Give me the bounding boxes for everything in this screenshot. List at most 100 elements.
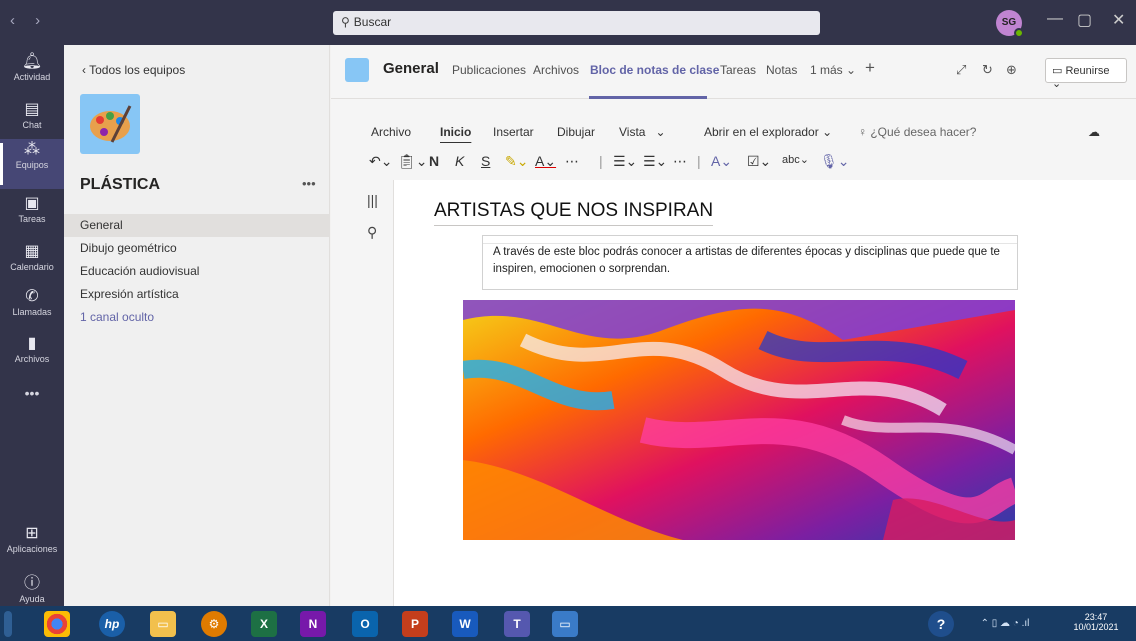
hidden-channels-link[interactable]: 1 canal oculto bbox=[64, 306, 330, 329]
teams-taskbar-icon[interactable]: T bbox=[504, 611, 530, 637]
bullets-icon[interactable]: ☰⌄ bbox=[613, 153, 637, 170]
outlook-icon[interactable]: O bbox=[352, 611, 378, 637]
tag-icon[interactable]: ☑⌄ bbox=[747, 153, 771, 170]
bell-icon: 🔔︎ bbox=[21, 53, 43, 70]
rail-item-calendario[interactable]: ▦ Calendario bbox=[0, 241, 64, 291]
cloud-sync-icon[interactable]: ☁ bbox=[1088, 125, 1100, 139]
italic-button[interactable]: K bbox=[455, 153, 464, 169]
phone-icon: ✆ bbox=[25, 288, 39, 305]
hp-icon[interactable]: hp bbox=[99, 611, 125, 637]
rail-item-tareas[interactable]: ▣ Tareas bbox=[0, 193, 64, 243]
font-color-icon[interactable]: A⌄ bbox=[535, 153, 556, 170]
spelling-icon[interactable]: abc⌄ bbox=[782, 153, 809, 166]
clipboard-icon[interactable]: 📋︎⌄ bbox=[398, 153, 428, 170]
all-teams-link[interactable]: ‹ Todos los equipos bbox=[82, 63, 185, 77]
rail-item-actividad[interactable]: 🔔︎ Actividad bbox=[0, 51, 64, 101]
search-input[interactable]: ⚲ Buscar bbox=[333, 11, 820, 35]
team-icon bbox=[345, 58, 369, 82]
files-icon: ▮ bbox=[27, 335, 37, 352]
settings-app-icon[interactable]: ⚙ bbox=[201, 611, 227, 637]
dictate-icon[interactable]: 🎙︎⌄ bbox=[820, 153, 850, 170]
paint-image bbox=[463, 300, 1015, 540]
avatar[interactable]: SG bbox=[996, 10, 1024, 38]
underline-button[interactable]: S bbox=[481, 153, 490, 169]
ribbon-tab-inicio[interactable]: Inicio bbox=[440, 125, 471, 139]
excel-icon[interactable]: X bbox=[251, 611, 277, 637]
chat-icon: ▤ bbox=[24, 101, 40, 118]
tab-notas[interactable]: Notas bbox=[766, 63, 797, 77]
more-list-icon[interactable]: ⋯ bbox=[673, 153, 687, 170]
rail-item-llamadas[interactable]: ✆ Llamadas bbox=[0, 286, 64, 336]
word-icon[interactable]: W bbox=[452, 611, 478, 637]
channel-expresion-artistica[interactable]: Expresión artística bbox=[64, 283, 330, 306]
meet-button[interactable]: ▭ Reunirse ⌄ bbox=[1045, 58, 1127, 90]
chevron-down-icon: ⌄ bbox=[846, 63, 857, 77]
history-nav[interactable]: ‹ › bbox=[10, 12, 48, 29]
note-container[interactable]: A través de este bloc podrás conocer a a… bbox=[482, 235, 1018, 290]
tell-me-search[interactable]: ♀ ¿Qué desea hacer? bbox=[858, 125, 976, 139]
ribbon-tab-insertar[interactable]: Insertar bbox=[493, 125, 534, 139]
onenote-icon[interactable]: N bbox=[300, 611, 326, 637]
tab-publicaciones[interactable]: Publicaciones bbox=[452, 63, 526, 77]
globe-icon[interactable]: ⊕ bbox=[1006, 62, 1017, 78]
note-text[interactable]: A través de este bloc podrás conocer a a… bbox=[493, 246, 1000, 275]
more-icon: ••• bbox=[24, 385, 40, 401]
help-icon: ⓘ bbox=[23, 575, 40, 592]
powerpoint-icon[interactable]: P bbox=[402, 611, 428, 637]
file-explorer-icon[interactable]: ▭ bbox=[150, 611, 176, 637]
note-handle[interactable] bbox=[483, 236, 1017, 244]
channel-general[interactable]: General bbox=[64, 214, 330, 237]
ribbon-tab-vista[interactable]: Vista ⌄ bbox=[619, 125, 666, 139]
channel-educacion-audiovisual[interactable]: Educación audiovisual bbox=[64, 260, 330, 283]
video-icon: ▭ bbox=[1052, 65, 1063, 77]
separator-1: | bbox=[599, 153, 603, 169]
expand-icon[interactable]: ⤢ bbox=[956, 62, 966, 78]
clock[interactable]: 23:47 10/01/2021 bbox=[1060, 612, 1132, 632]
open-in-explorer-button[interactable]: Abrir en el explorador ⌄ bbox=[704, 125, 832, 139]
search-icon[interactable]: ⚲ bbox=[367, 224, 377, 241]
system-tray-icons[interactable]: ⌃ ▯ ☁ ◔ .ıl bbox=[960, 611, 1050, 637]
team-pane: ‹ Todos los equipos PLÁSTICA ••• General… bbox=[64, 45, 330, 606]
start-handle[interactable] bbox=[4, 611, 12, 637]
tab-archivos[interactable]: Archivos bbox=[533, 63, 579, 77]
help-tray-icon[interactable]: ? bbox=[928, 611, 954, 637]
more-format-icon[interactable]: ⋯ bbox=[565, 153, 579, 170]
more-apps-button[interactable]: ••• bbox=[0, 385, 64, 409]
app-rail: 🔔︎ Actividad ▤ Chat ⁂ Equipos ▣ Tareas ▦ Cale… bbox=[0, 45, 64, 606]
minimize-icon[interactable]: — bbox=[1047, 10, 1063, 28]
close-icon[interactable]: ✕ bbox=[1112, 10, 1125, 30]
channel-title: General bbox=[383, 60, 439, 77]
add-tab-icon[interactable]: + bbox=[865, 58, 875, 78]
maximize-icon[interactable]: ▢ bbox=[1077, 10, 1092, 30]
ribbon-tab-dibujar[interactable]: Dibujar bbox=[557, 125, 595, 139]
photos-icon[interactable]: ▭ bbox=[552, 611, 578, 637]
onenote-ribbon: Archivo Inicio Insertar Dibujar Vista ⌄ … bbox=[331, 100, 1136, 180]
highlight-icon[interactable]: ✎⌄ bbox=[505, 153, 528, 170]
rail-item-equipos[interactable]: ⁂ Equipos bbox=[0, 139, 64, 189]
tab-bloc-de-notas[interactable]: Bloc de notas de clase bbox=[590, 63, 719, 77]
bold-button[interactable]: N bbox=[429, 153, 439, 169]
ribbon-tab-archivo[interactable]: Archivo bbox=[371, 125, 411, 139]
tab-tareas[interactable]: Tareas bbox=[720, 63, 756, 77]
windows-taskbar: hp ▭ ⚙ X N O P W T ▭ ? ⌃ ▯ ☁ ◔ .ıl bbox=[0, 606, 1136, 641]
apps-icon: ⊞ bbox=[25, 525, 39, 542]
rail-item-aplicaciones[interactable]: ⊞ Aplicaciones bbox=[0, 523, 64, 573]
tab-more[interactable]: 1 más ⌄ bbox=[810, 63, 856, 77]
rail-item-archivos[interactable]: ▮ Archivos bbox=[0, 333, 64, 383]
lightbulb-icon: ♀ bbox=[858, 125, 867, 139]
search-icon: ⚲ bbox=[341, 15, 350, 29]
team-name: PLÁSTICA bbox=[80, 176, 160, 193]
team-options-icon[interactable]: ••• bbox=[302, 176, 316, 191]
chrome-icon[interactable] bbox=[44, 611, 70, 637]
refresh-icon[interactable]: ↻ bbox=[982, 62, 993, 78]
notebooks-icon[interactable]: ||| bbox=[367, 192, 378, 208]
undo-icon[interactable]: ↶⌄ bbox=[369, 153, 392, 170]
separator-2: | bbox=[697, 153, 701, 169]
page-title[interactable]: ARTISTAS QUE NOS INSPIRAN bbox=[434, 200, 714, 226]
numbering-icon[interactable]: ☰⌄ bbox=[643, 153, 667, 170]
styles-icon[interactable]: A⌄ bbox=[711, 153, 732, 170]
channel-header: General Publicaciones Archivos Bloc de n… bbox=[331, 45, 1136, 99]
page-canvas[interactable]: ARTISTAS QUE NOS INSPIRAN A través de es… bbox=[393, 180, 1136, 606]
calendar-icon: ▦ bbox=[24, 243, 40, 260]
channel-dibujo-geometrico[interactable]: Dibujo geométrico bbox=[64, 237, 330, 260]
